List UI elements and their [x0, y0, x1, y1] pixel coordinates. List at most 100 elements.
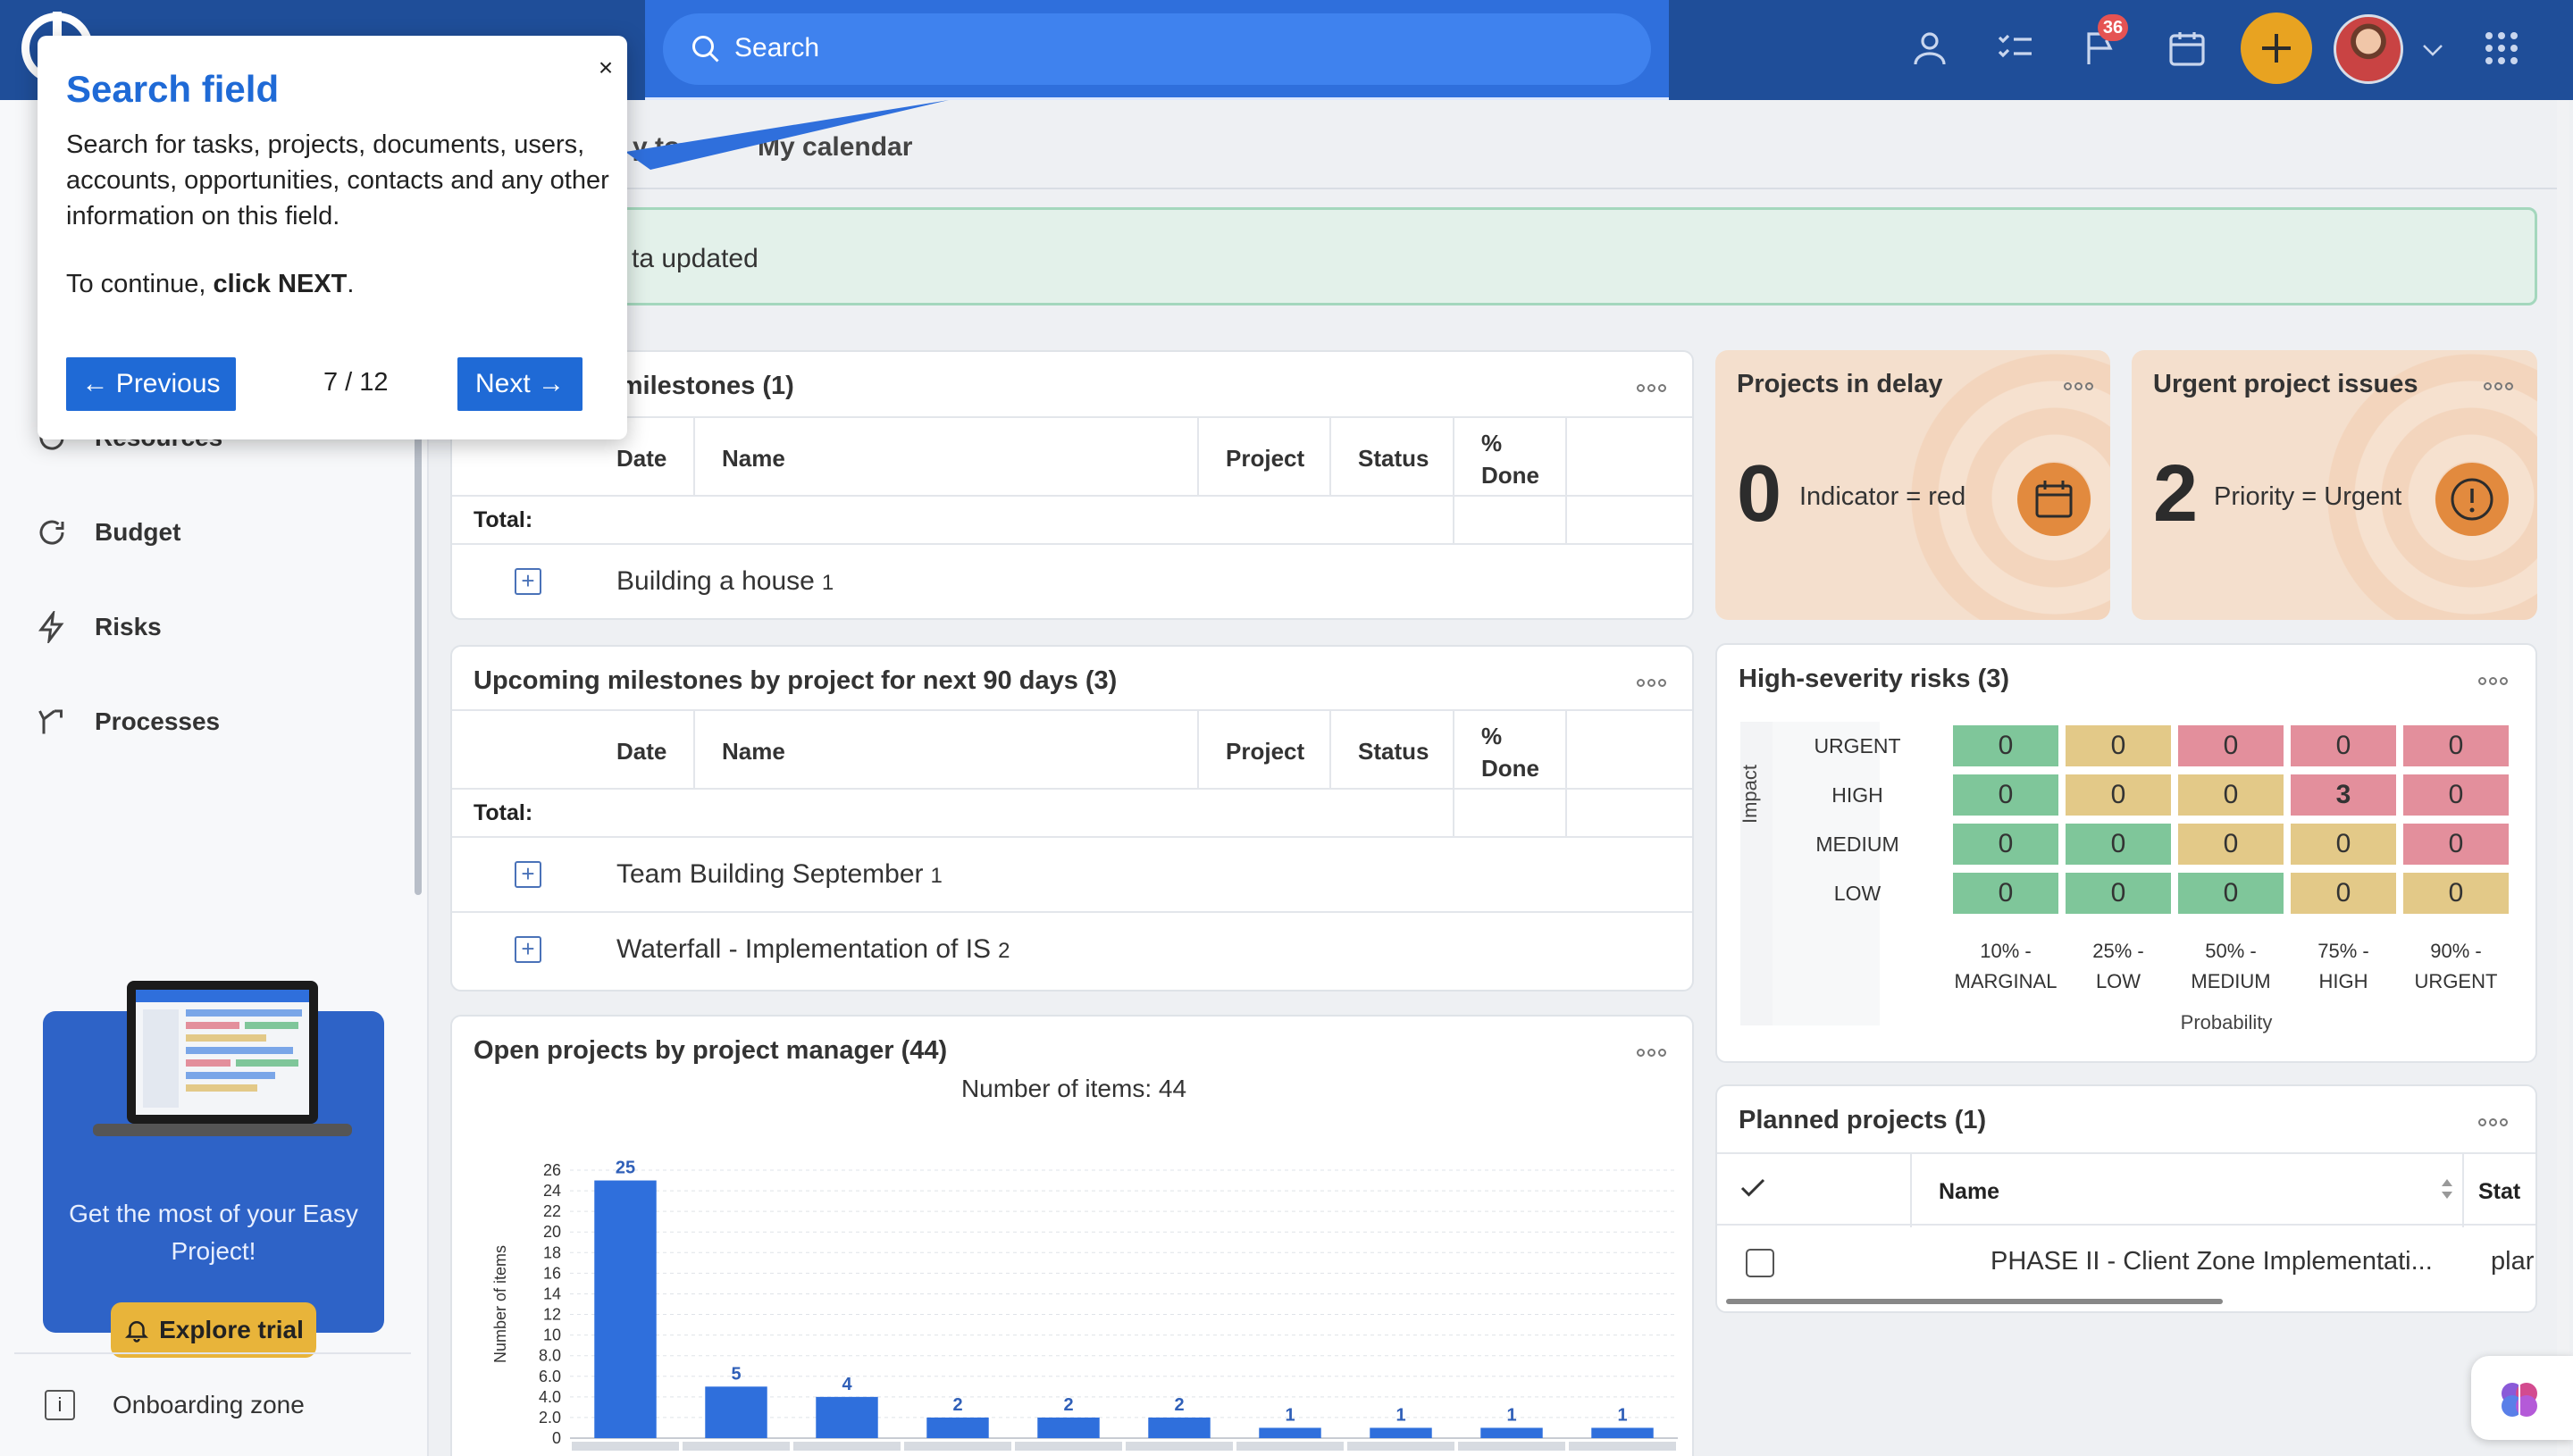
risk-cell[interactable]: 0	[2178, 824, 2284, 865]
close-icon[interactable]: ×	[588, 50, 624, 86]
chart-title: Number of items: 44	[961, 1075, 1186, 1102]
y-tick-label: 6.0	[539, 1368, 561, 1385]
risk-row-label: URGENT	[1814, 734, 1901, 757]
col-name[interactable]: Name	[722, 738, 785, 766]
risk-cell[interactable]: 0	[1953, 824, 2058, 865]
risk-cell[interactable]: 0	[2066, 873, 2171, 914]
more-options-icon[interactable]	[2064, 379, 2099, 390]
more-options-icon[interactable]	[1637, 675, 1672, 687]
group-name: Waterfall - Implementation of IS	[616, 934, 992, 964]
fork-icon	[38, 709, 63, 734]
search-placeholder: Search	[734, 33, 820, 63]
more-options-icon[interactable]	[2484, 379, 2519, 390]
col-done[interactable]: % Done	[1481, 720, 1544, 784]
more-options-icon[interactable]	[2478, 674, 2514, 685]
card-title: Upcoming milestones by project for next …	[474, 666, 1118, 695]
urgent-issues-card[interactable]: Urgent project issues 2 Priority = Urgen…	[2132, 350, 2537, 620]
planned-projects-card: Planned projects (1) Name Stat PHASE II …	[1715, 1084, 2537, 1313]
group-row[interactable]: + Building a house 1	[452, 545, 1692, 618]
calendar-icon[interactable]	[2166, 27, 2208, 70]
task-list-icon[interactable]	[1994, 27, 2037, 70]
projects-in-delay-card[interactable]: Projects in delay 0 Indicator = red	[1715, 350, 2110, 620]
sidebar-item-budget[interactable]: Budget	[36, 510, 180, 555]
project-name-link[interactable]: PHASE II - Client Zone Implementati...	[1991, 1247, 2433, 1276]
risk-cell[interactable]: 0	[2066, 824, 2171, 865]
col-project[interactable]: Project	[1226, 738, 1304, 766]
probability-label: Probability	[2180, 1011, 2273, 1033]
risk-cell[interactable]: 0	[2066, 725, 2171, 766]
table-header: Date Name Project Status % Done	[452, 709, 1692, 790]
col-status[interactable]: Status	[1358, 445, 1429, 473]
previous-button[interactable]: ← Previous	[66, 357, 236, 411]
chevron-down-icon[interactable]	[2421, 43, 2444, 57]
risk-cell[interactable]: 0	[2291, 873, 2396, 914]
data-label: 2	[1174, 1395, 1184, 1415]
sidebar-item-processes[interactable]: Processes	[36, 699, 220, 744]
data-label: 4	[842, 1375, 852, 1394]
risk-cell[interactable]: 0	[2403, 873, 2509, 914]
x-tick-slot	[572, 1442, 679, 1451]
next-button[interactable]: Next →	[457, 357, 582, 411]
apps-grid-icon[interactable]	[2480, 27, 2523, 70]
risk-cell[interactable]: 0	[1953, 725, 2058, 766]
col-date[interactable]: Date	[616, 738, 666, 766]
tab-my-calendar[interactable]: My calendar	[758, 132, 912, 163]
risk-cell[interactable]: 3	[2291, 774, 2396, 816]
chart-bar	[594, 1180, 657, 1438]
col-done[interactable]: % Done	[1481, 427, 1544, 491]
avatar[interactable]	[2334, 14, 2403, 84]
expand-icon[interactable]: +	[515, 861, 541, 888]
col-name[interactable]: Name	[722, 445, 785, 473]
group-row[interactable]: + Team Building September 1	[452, 838, 1692, 913]
refresh-icon	[39, 520, 64, 545]
risk-cell[interactable]: 0	[2403, 824, 2509, 865]
row-checkbox[interactable]	[1746, 1249, 1774, 1277]
risk-cell[interactable]: 0	[2178, 725, 2284, 766]
instruction-prefix: To continue,	[66, 270, 214, 298]
risk-cell[interactable]: 0	[2403, 774, 2509, 816]
more-options-icon[interactable]	[2478, 1115, 2514, 1126]
kpi-value: 0	[1737, 449, 1782, 539]
risk-col-label: 10% - MARGINAL	[1954, 940, 2058, 992]
risk-cell[interactable]: 0	[2291, 725, 2396, 766]
risk-cell[interactable]: 0	[2291, 824, 2396, 865]
banner-text: ta updated	[632, 244, 758, 273]
col-name[interactable]: Name	[1939, 1179, 1999, 1205]
more-options-icon[interactable]	[1637, 381, 1672, 392]
explore-trial-button[interactable]: Explore trial	[111, 1302, 316, 1358]
tooltip-instruction: To continue, click NEXT.	[66, 270, 354, 299]
sidebar-item-risks[interactable]: Risks	[36, 605, 162, 649]
kpi-label: Priority = Urgent	[2214, 482, 2402, 511]
col-project[interactable]: Project	[1226, 445, 1304, 473]
risk-cell[interactable]: 0	[1953, 873, 2058, 914]
ai-assistant-button[interactable]	[2471, 1356, 2573, 1440]
col-status[interactable]: Status	[1358, 738, 1429, 766]
check-icon[interactable]	[1737, 1172, 1769, 1204]
table-row[interactable]: PHASE II - Client Zone Implementati... p…	[1717, 1226, 2535, 1301]
risk-cell[interactable]: 0	[2403, 725, 2509, 766]
tab-my-todo[interactable]: y to	[633, 132, 680, 163]
col-status[interactable]: Stat	[2478, 1179, 2520, 1205]
x-tick-slot	[1015, 1442, 1122, 1451]
add-button[interactable]	[2241, 13, 2312, 84]
sidebar-item-onboarding[interactable]: i Onboarding zone	[45, 1390, 305, 1420]
x-tick-slot	[904, 1442, 1011, 1451]
kpi-label: Indicator = red	[1799, 482, 1966, 511]
group-row[interactable]: + Waterfall - Implementation of IS 2	[452, 913, 1692, 988]
expand-icon[interactable]: +	[515, 936, 541, 963]
sort-icon[interactable]	[2439, 1176, 2455, 1202]
data-label: 25	[616, 1159, 635, 1178]
user-icon[interactable]	[1908, 27, 1951, 70]
risk-cell[interactable]: 0	[2178, 873, 2284, 914]
total-label: Total:	[474, 800, 533, 825]
risk-cell[interactable]: 0	[1953, 774, 2058, 816]
risk-cell[interactable]: 0	[2066, 774, 2171, 816]
horizontal-scrollbar[interactable]	[1726, 1299, 2223, 1304]
page-scrollbar[interactable]	[2557, 100, 2569, 1456]
col-date[interactable]: Date	[616, 445, 666, 473]
col-divider	[693, 416, 695, 497]
expand-icon[interactable]: +	[515, 568, 541, 595]
search-highlight-zone: Search	[645, 0, 1669, 102]
risk-cell[interactable]: 0	[2178, 774, 2284, 816]
search-input[interactable]: Search	[663, 13, 1651, 85]
